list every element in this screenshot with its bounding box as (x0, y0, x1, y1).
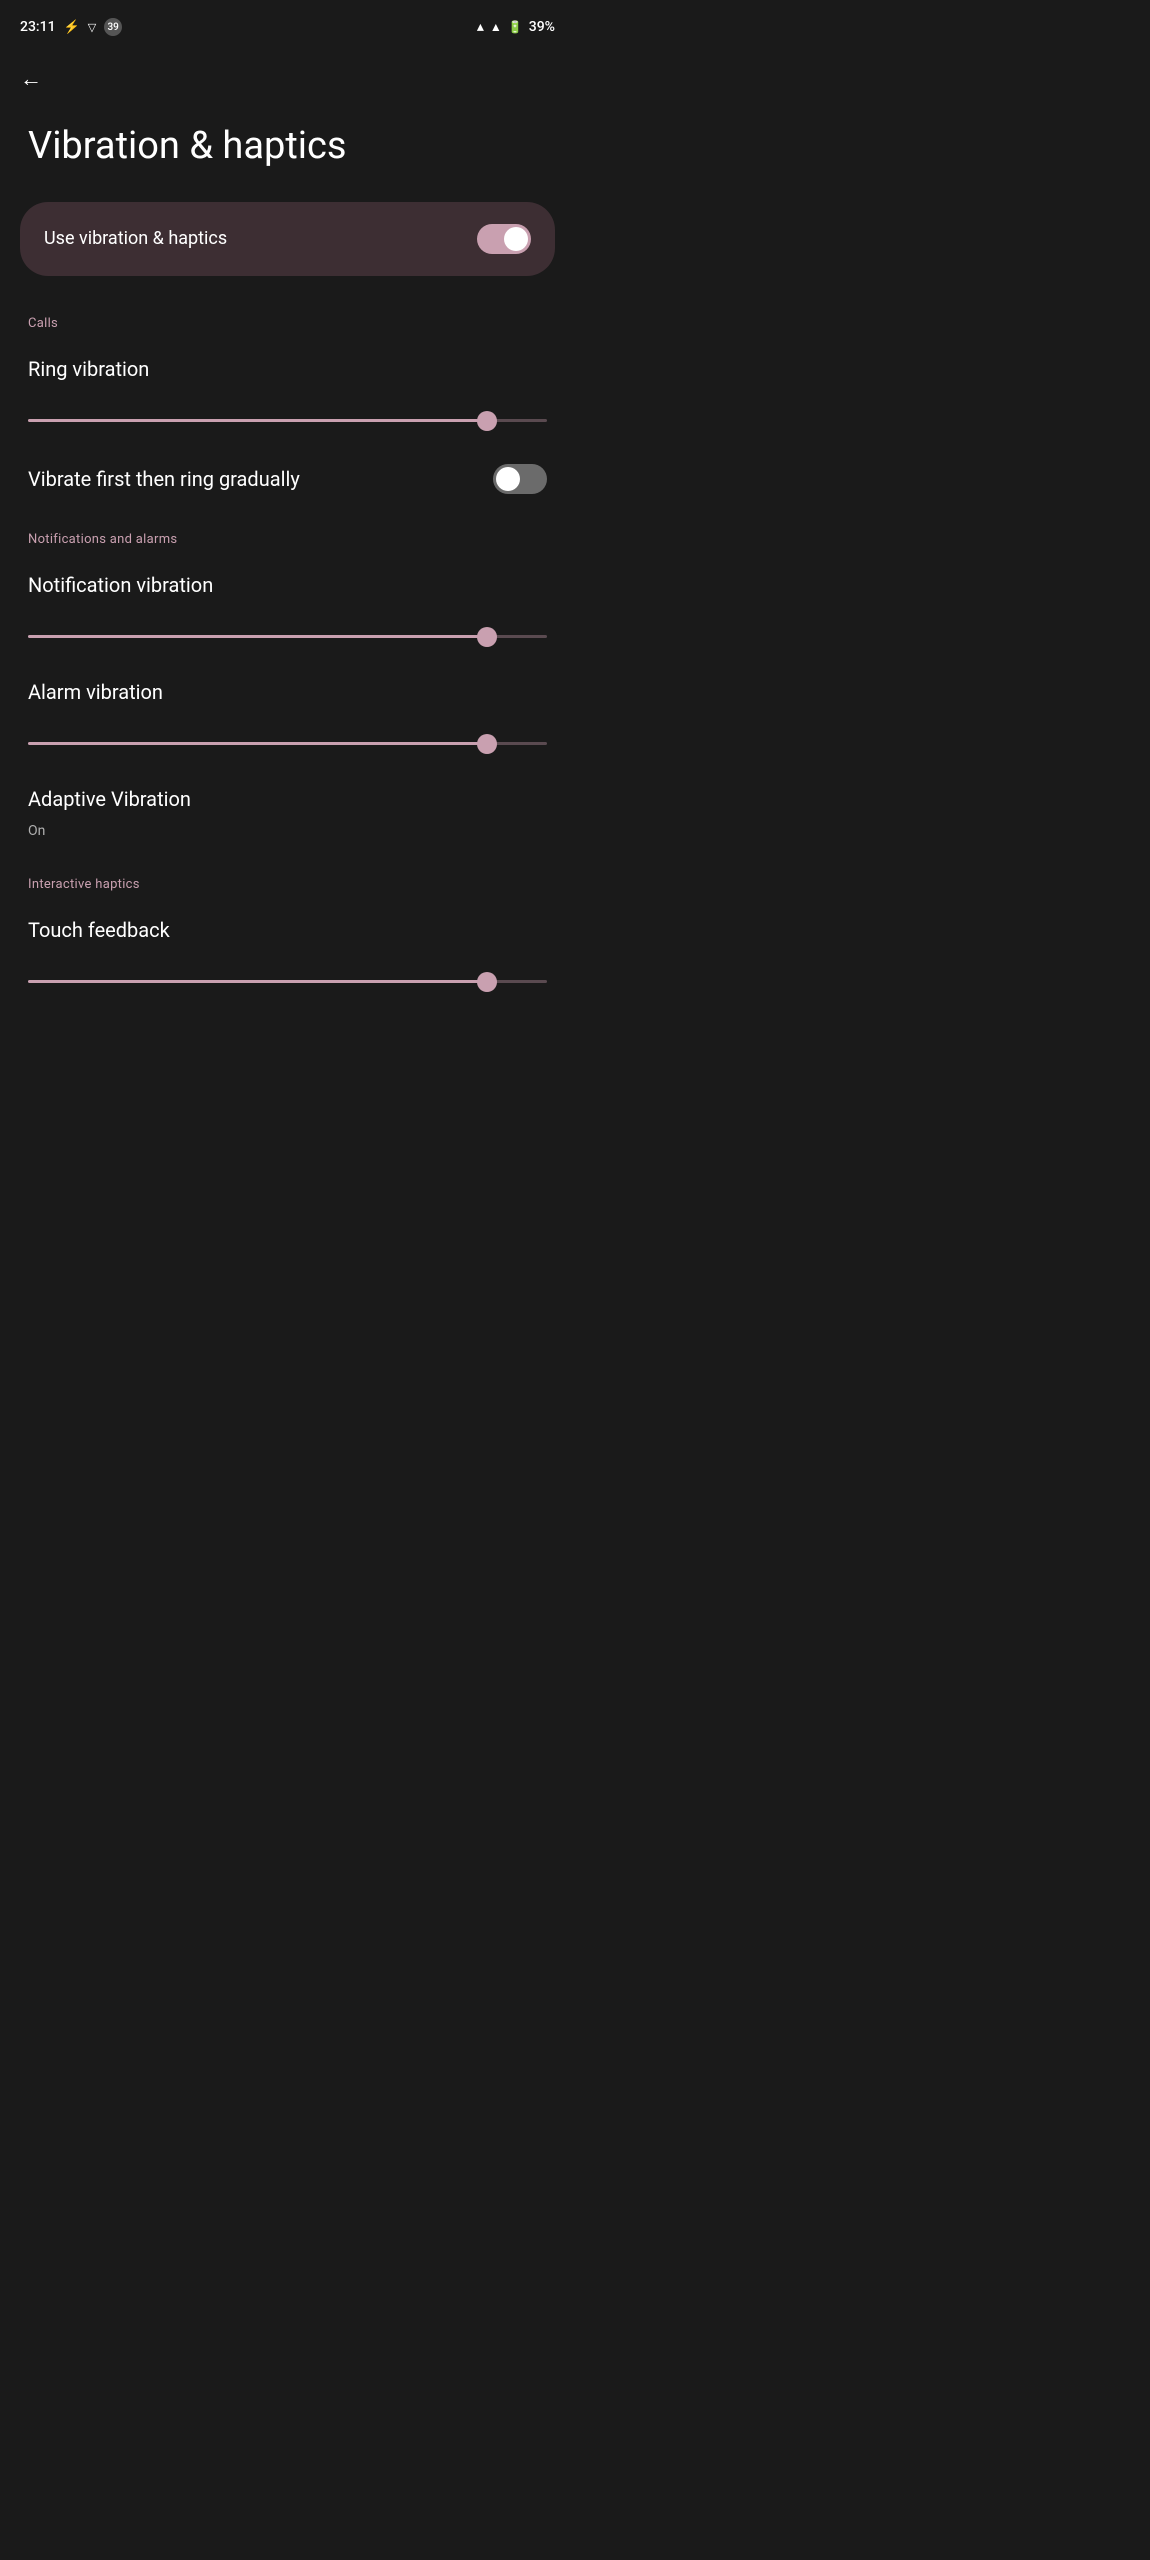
status-right: ▴ ▲ 🔋 39% (477, 19, 555, 35)
ring-vibration-label: Ring vibration (28, 357, 547, 381)
notification-vibration-item: Notification vibration (0, 559, 575, 623)
use-vibration-toggle[interactable] (477, 224, 531, 254)
time: 23:11 (20, 19, 56, 35)
notification-vibration-slider[interactable] (28, 635, 547, 638)
touch-feedback-label: Touch feedback (28, 918, 547, 942)
touch-feedback-slider[interactable] (28, 980, 547, 983)
battery-icon: 🔋 (508, 20, 523, 34)
notifications-section-header: Notifications and alarms (0, 524, 575, 559)
interactive-haptics-section-header: Interactive haptics (0, 869, 575, 904)
adaptive-vibration-item[interactable]: Adaptive Vibration On (0, 773, 575, 853)
page-title: Vibration & haptics (0, 100, 575, 202)
adaptive-vibration-label: Adaptive Vibration (28, 787, 547, 811)
vibrate-first-label: Vibrate first then ring gradually (28, 467, 300, 491)
touch-feedback-slider-container[interactable] (0, 968, 575, 987)
notification-vibration-slider-container[interactable] (0, 623, 575, 650)
use-vibration-toggle-card[interactable]: Use vibration & haptics (20, 202, 555, 276)
wifi-icon: ▽ (88, 21, 96, 34)
touch-feedback-item: Touch feedback (0, 904, 575, 968)
status-left: 23:11 ⚡ ▽ 39 (20, 18, 122, 36)
alarm-vibration-slider-container[interactable] (0, 730, 575, 757)
vibrate-first-knob (496, 467, 520, 491)
notification-vibration-label: Notification vibration (28, 573, 547, 597)
battery-charging-icon: ⚡ (64, 20, 80, 35)
alarm-vibration-label: Alarm vibration (28, 680, 547, 704)
ring-vibration-slider[interactable] (28, 419, 547, 422)
battery-percent: 39% (529, 19, 555, 35)
vibrate-first-row[interactable]: Vibrate first then ring gradually (0, 450, 575, 508)
back-button[interactable]: ← (0, 50, 575, 100)
use-vibration-label: Use vibration & haptics (44, 228, 227, 249)
adaptive-vibration-status: On (28, 823, 547, 839)
calls-section-header: Calls (0, 308, 575, 343)
signal-bars-icon: ▲ (490, 20, 502, 34)
alarm-vibration-slider[interactable] (28, 742, 547, 745)
back-arrow-icon: ← (20, 67, 42, 92)
wifi-signal-icon: ▴ (477, 19, 484, 35)
ring-vibration-item: Ring vibration (0, 343, 575, 407)
ring-vibration-slider-container[interactable] (0, 407, 575, 434)
status-bar: 23:11 ⚡ ▽ 39 ▴ ▲ 🔋 39% (0, 0, 575, 50)
vibrate-first-toggle[interactable] (493, 464, 547, 494)
notification-icon: 39 (104, 18, 122, 36)
alarm-vibration-item: Alarm vibration (0, 666, 575, 730)
toggle-knob (504, 227, 528, 251)
